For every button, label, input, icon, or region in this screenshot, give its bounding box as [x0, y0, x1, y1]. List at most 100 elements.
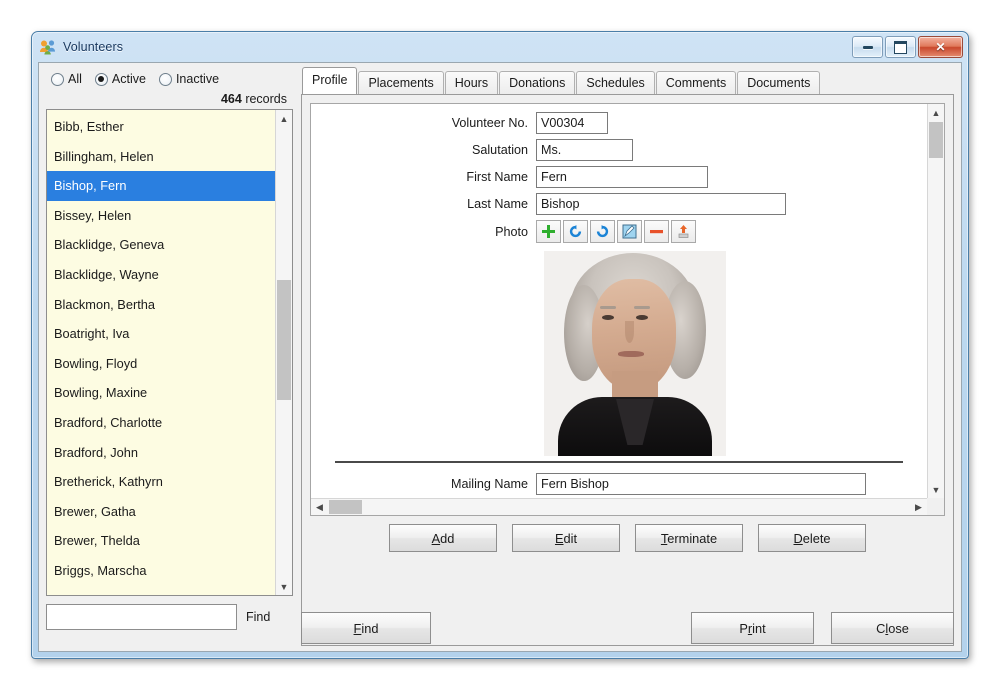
close-dialog-button[interactable]: Close — [831, 612, 954, 644]
form-scroll-right-icon[interactable]: ▶ — [910, 499, 927, 515]
people-group-icon — [39, 39, 57, 55]
tab-documents[interactable]: Documents — [737, 71, 821, 95]
list-scroll-thumb[interactable] — [277, 280, 291, 400]
mailing-name-label: Mailing Name — [451, 477, 528, 491]
list-item[interactable]: Boatright, Iva — [47, 319, 275, 349]
form-horizontal-scrollbar[interactable]: ◀ ▶ — [311, 498, 927, 515]
list-item[interactable]: Blackmon, Bertha — [47, 290, 275, 320]
last-name-field[interactable] — [536, 193, 786, 215]
form-scroll-left-icon[interactable]: ◀ — [311, 499, 328, 515]
list-item[interactable]: Bibb, Esther — [47, 112, 275, 142]
list-scroll-up-icon[interactable]: ▲ — [276, 110, 292, 127]
rotate-right-icon[interactable] — [590, 220, 615, 243]
list-scrollbar[interactable]: ▲ ▼ — [275, 110, 292, 595]
volunteer-photo — [544, 251, 726, 456]
field-row-photo: Photo — [311, 220, 927, 243]
list-item[interactable]: Bishop, Fern — [47, 171, 275, 201]
tab-donations[interactable]: Donations — [499, 71, 576, 95]
form-scroll-up-icon[interactable]: ▲ — [928, 104, 944, 121]
volunteer-listbox[interactable]: Bibb, Esther Billingham, Helen Bishop, Fer… — [46, 109, 293, 596]
list-item[interactable]: Brewer, Gatha — [47, 497, 275, 527]
radio-active-dot — [94, 72, 108, 86]
terminate-button-label: Terminate — [660, 530, 718, 546]
tab-strip: Profile Placements Hours Donations Schedules… — [301, 67, 954, 95]
first-name-field[interactable] — [536, 166, 708, 188]
first-name-label: First Name — [466, 170, 528, 184]
close-icon: ✕ — [935, 40, 946, 54]
profile-form-scroll-area: Volunteer No. Salutation First Name — [311, 104, 927, 498]
record-count-label: records — [245, 92, 287, 106]
list-item[interactable]: Bissey, Helen — [47, 201, 275, 231]
volunteer-list-pane: All Active Inactive 464 records Bibb, Es… — [46, 68, 293, 630]
list-scroll-down-icon[interactable]: ▼ — [276, 578, 292, 595]
volunteers-window: Volunteers ✕ All Active Inactive 464 rec… — [31, 31, 969, 659]
edit-photo-icon[interactable] — [617, 220, 642, 243]
list-item[interactable]: Blacklidge, Geneva — [47, 230, 275, 260]
minimize-icon — [862, 45, 873, 49]
close-button[interactable]: ✕ — [918, 36, 963, 58]
field-row-first-name: First Name — [311, 166, 927, 188]
client-area: All Active Inactive 464 records Bibb, Es… — [38, 62, 962, 652]
field-row-volunteer-no: Volunteer No. — [311, 112, 927, 134]
salutation-label: Salutation — [471, 143, 528, 157]
radio-all-dot — [51, 72, 64, 86]
maximize-icon — [894, 40, 907, 54]
minimize-button[interactable] — [852, 36, 883, 58]
tab-comments[interactable]: Comments — [655, 71, 737, 95]
mailing-name-field[interactable] — [536, 473, 866, 495]
photo-canvas — [544, 251, 726, 456]
dialog-button-bar: Find Print Close — [301, 608, 954, 646]
form-vertical-scrollbar[interactable]: ▲ ▼ — [927, 104, 944, 515]
list-item[interactable]: Bradford, Charlotte — [47, 408, 275, 438]
field-row-salutation: Salutation — [311, 139, 927, 161]
form-scroll-thumb[interactable] — [929, 122, 943, 158]
form-scroll-down-icon[interactable]: ▼ — [928, 481, 944, 498]
list-item[interactable]: Bowling, Maxine — [47, 378, 275, 408]
find-button-label: Find — [353, 620, 379, 636]
radio-active-label: Active — [111, 72, 146, 86]
search-input[interactable] — [46, 604, 237, 630]
edit-button[interactable]: Edit — [512, 524, 620, 552]
list-item[interactable]: Bowling, Floyd — [47, 349, 275, 379]
form-hscroll-thumb[interactable] — [329, 500, 362, 514]
list-item[interactable]: Billingham, Helen — [47, 142, 275, 172]
volunteer-no-field[interactable] — [536, 112, 608, 134]
radio-inactive[interactable]: Inactive — [158, 72, 220, 86]
radio-inactive-dot — [158, 72, 172, 86]
list-item[interactable]: Briggs, Marscha — [47, 556, 275, 586]
tab-placements[interactable]: Placements — [358, 71, 444, 95]
list-item[interactable]: Bretherick, Kathyrn — [47, 467, 275, 497]
tab-profile[interactable]: Profile — [302, 67, 358, 94]
radio-active[interactable]: Active — [94, 72, 146, 86]
title-bar: Volunteers ✕ — [32, 32, 968, 62]
record-count: 464 — [220, 92, 242, 106]
record-action-bar: Add Edit Terminate Delete — [302, 524, 953, 552]
list-item[interactable]: Blacklidge, Wayne — [47, 260, 275, 290]
find-label: Find — [246, 610, 271, 624]
radio-inactive-label: Inactive — [175, 72, 220, 86]
delete-button[interactable]: Delete — [758, 524, 866, 552]
export-photo-icon[interactable] — [671, 220, 696, 243]
add-button[interactable]: Add — [389, 524, 497, 552]
rotate-left-icon[interactable] — [563, 220, 588, 243]
maximize-button[interactable] — [885, 36, 916, 58]
add-button-label: Add — [431, 530, 455, 546]
print-button[interactable]: Print — [691, 612, 814, 644]
tab-schedules[interactable]: Schedules — [576, 71, 655, 95]
volunteer-list-items: Bibb, Esther Billingham, Helen Bishop, Fer… — [47, 110, 275, 595]
find-button[interactable]: Find — [301, 612, 431, 644]
radio-all[interactable]: All — [51, 72, 82, 86]
find-row: Find — [46, 604, 293, 630]
remove-photo-icon[interactable] — [644, 220, 669, 243]
add-photo-icon[interactable] — [536, 220, 561, 243]
salutation-field[interactable] — [536, 139, 633, 161]
list-item[interactable]: Bradford, John — [47, 438, 275, 468]
tab-hours[interactable]: Hours — [444, 71, 499, 95]
details-pane: Profile Placements Hours Donations Schedules… — [301, 67, 954, 646]
field-row-mailing-name: Mailing Name — [311, 473, 927, 495]
terminate-button[interactable]: Terminate — [635, 524, 743, 552]
status-filter-group: All Active Inactive — [46, 68, 293, 90]
scrollbar-corner — [927, 498, 944, 515]
list-item[interactable]: Brewer, Thelda — [47, 526, 275, 556]
radio-all-label: All — [68, 72, 82, 86]
